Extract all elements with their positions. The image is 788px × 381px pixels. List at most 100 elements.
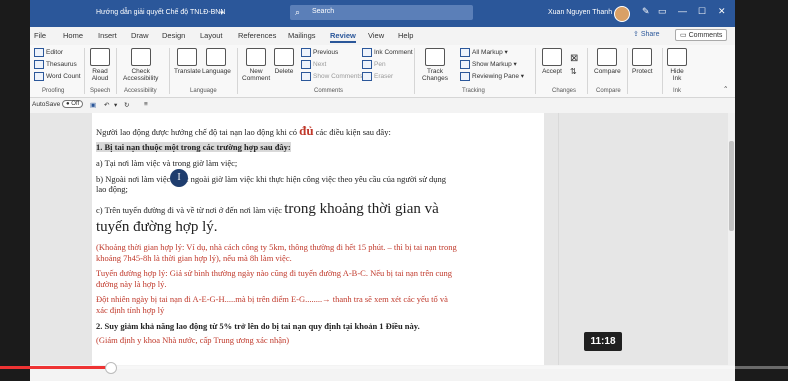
item-b[interactable]: b) Ngoài nơi làm việc hoặc ngoài giờ làm…: [96, 174, 446, 184]
item-b-cont[interactable]: lao động;: [96, 184, 128, 194]
tab-home[interactable]: Home: [63, 31, 83, 40]
redo-icon[interactable]: ↻: [124, 101, 129, 109]
note-route-1[interactable]: Tuyến đường hợp lý: Giả sử bình thường n…: [96, 268, 452, 278]
tab-file[interactable]: File: [34, 31, 46, 40]
previous-icon: [301, 48, 311, 57]
note-time-1[interactable]: (Khoảng thời gian hợp lý: Ví dụ, nhà các…: [96, 242, 457, 252]
compare-button[interactable]: Compare: [594, 48, 621, 75]
protect-label: Protect: [632, 68, 653, 75]
tab-help[interactable]: Help: [398, 31, 413, 40]
tab-mailings[interactable]: Mailings: [288, 31, 316, 40]
pen-label: Pen: [374, 61, 386, 69]
eraser-button[interactable]: Eraser: [362, 72, 393, 81]
reviewing-pane-button[interactable]: Reviewing Pane ▾: [460, 72, 524, 81]
chevron-down-icon[interactable]: ▾: [114, 101, 117, 109]
reject-icon[interactable]: ⊠: [570, 53, 578, 64]
track-changes-button[interactable]: Track Changes: [422, 48, 448, 82]
delete-comment-button[interactable]: Delete: [274, 48, 294, 75]
previous-comment-button[interactable]: Previous: [301, 48, 338, 57]
item-c-cont[interactable]: tuyến đường hợp lý.: [96, 219, 218, 236]
navigate-changes-icon[interactable]: ⇅: [570, 67, 577, 76]
text-cursor-icon: I: [170, 169, 188, 187]
autosave-toggle[interactable]: ● Off: [62, 100, 84, 108]
language-button[interactable]: Language: [202, 48, 231, 75]
hide-ink-icon: [667, 48, 687, 66]
maximize-icon[interactable]: ☐: [698, 6, 706, 17]
tab-view[interactable]: View: [368, 31, 384, 40]
divider: [662, 48, 663, 94]
thesaurus-button[interactable]: Thesaurus: [34, 60, 77, 69]
tab-references[interactable]: References: [238, 31, 276, 40]
share-icon: ⇪: [633, 31, 641, 38]
editor-button[interactable]: Editor: [34, 48, 63, 57]
item-c-text: c) Trên tuyến đường đi và về từ nơi ở đế…: [96, 205, 285, 215]
save-icon[interactable]: ▣: [90, 101, 96, 109]
read-aloud-button[interactable]: Read Aloud: [90, 48, 110, 82]
close-icon[interactable]: ✕: [718, 6, 726, 17]
pen-icon[interactable]: ✎: [642, 6, 650, 17]
item-a[interactable]: a) Tại nơi làm việc và trong giờ làm việ…: [96, 158, 237, 168]
note-assessment[interactable]: (Giám định y khoa Nhà nước, cấp Trung ươ…: [96, 335, 289, 345]
group-ink: Ink: [673, 88, 682, 94]
comments-button[interactable]: ▭ Comments: [675, 29, 728, 41]
translate-button[interactable]: Translate: [174, 48, 201, 75]
share-button[interactable]: ⇪ Share: [633, 30, 660, 38]
show-markup-button[interactable]: Show Markup ▾: [460, 60, 517, 69]
thesaurus-label: Thesaurus: [46, 61, 77, 69]
avatar[interactable]: [614, 6, 630, 22]
hide-ink-label-1: Hide: [670, 68, 684, 75]
autosave-toggle-knob: ●: [66, 101, 70, 107]
ribbon-display-icon[interactable]: ▭: [658, 6, 667, 17]
ink-comment-button[interactable]: Ink Comment: [362, 48, 413, 57]
note-route-2[interactable]: đường này là hợp lý.: [96, 279, 167, 289]
translate-label: Translate: [174, 68, 201, 75]
collapse-ribbon-icon[interactable]: ⌃: [723, 85, 728, 93]
tab-layout[interactable]: Layout: [200, 31, 223, 40]
customize-toolbar-icon[interactable]: ≡: [144, 101, 148, 108]
editor-label: Editor: [46, 49, 63, 57]
show-markup-label: Show Markup: [472, 61, 512, 69]
scrollbar-thumb[interactable]: [729, 141, 734, 231]
title-bar: Hướng dẫn giải quyết Chế độ TNLĐ-BNN ▾ ⌕…: [30, 0, 735, 27]
thesaurus-icon: [34, 60, 44, 69]
note-route-3[interactable]: Đột nhiên ngày bị tai nạn đi A-E-G-H....…: [96, 294, 448, 304]
tab-design[interactable]: Design: [162, 31, 185, 40]
user-name[interactable]: Xuan Nguyen Thanh: [548, 9, 612, 16]
divider: [587, 48, 588, 94]
markup-select[interactable]: All Markup ▾: [460, 48, 508, 57]
tab-insert[interactable]: Insert: [98, 31, 117, 40]
chevron-down-icon[interactable]: ▾: [220, 9, 224, 17]
vertical-scrollbar[interactable]: [728, 113, 735, 365]
pen-button[interactable]: Pen: [362, 60, 386, 69]
heading-1[interactable]: 1. Bị tai nạn thuộc một trong các trường…: [96, 142, 291, 152]
next-comment-button[interactable]: Next: [301, 60, 326, 69]
check-accessibility-label-2: Accessibility: [123, 75, 159, 82]
undo-icon[interactable]: ↶: [104, 101, 109, 109]
divider: [84, 48, 85, 94]
video-progress-bar[interactable]: [0, 366, 788, 369]
item-c[interactable]: c) Trên tuyến đường đi và về từ nơi ở đế…: [96, 201, 439, 218]
accept-button[interactable]: Accept: [542, 48, 562, 75]
new-comment-button[interactable]: New Comment: [242, 48, 270, 82]
intro-emphasis: đủ: [299, 123, 314, 138]
search-box[interactable]: ⌕ Search: [290, 5, 473, 20]
ribbon: Editor Thesaurus Word Count Proofing Rea…: [30, 45, 735, 98]
word-count-button[interactable]: Word Count: [34, 72, 81, 81]
protect-button[interactable]: Protect: [632, 48, 653, 75]
editor-icon: [34, 48, 44, 57]
ink-comment-label: Ink Comment: [374, 49, 413, 57]
read-aloud-label-2: Aloud: [91, 75, 109, 82]
tab-review[interactable]: Review: [330, 31, 356, 43]
document-title[interactable]: Hướng dẫn giải quyết Chế độ TNLĐ-BNN: [96, 9, 225, 16]
check-accessibility-button[interactable]: Check Accessibility: [123, 48, 158, 82]
tab-draw[interactable]: Draw: [131, 31, 149, 40]
heading-2[interactable]: 2. Suy giảm khả năng lao động từ 5% trở …: [96, 321, 420, 331]
paragraph-intro[interactable]: Người lao động được hưởng chế độ tai nạn…: [96, 123, 391, 139]
group-proofing: Proofing: [42, 88, 65, 94]
group-tracking: Tracking: [462, 88, 485, 94]
minimize-icon[interactable]: —: [678, 6, 687, 16]
show-comments-button[interactable]: Show Comments: [301, 72, 363, 81]
hide-ink-button[interactable]: Hide Ink: [667, 48, 687, 82]
note-time-2[interactable]: khoảng 7h45-8h là thời gian hợp lý), nếu…: [96, 253, 292, 263]
note-route-4[interactable]: xác định tính hợp lý: [96, 305, 164, 315]
